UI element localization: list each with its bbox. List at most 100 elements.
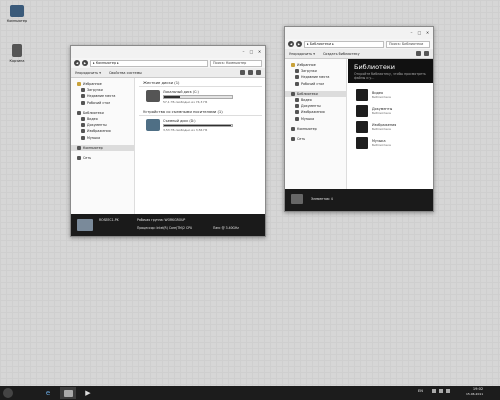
nav-music[interactable]: Музыка <box>285 116 346 122</box>
video-icon <box>356 89 368 101</box>
details-pane: ROSEEC1-PK Рабочая группа: WORKGROUP Про… <box>71 214 265 236</box>
desktop-icon-computer[interactable]: Компьютер <box>0 5 34 23</box>
forward-button[interactable]: ▶ <box>82 60 88 66</box>
drive-usage-bar <box>163 123 233 127</box>
drive-name: Локальный диск (C:) <box>163 90 199 94</box>
back-button[interactable]: ◀ <box>74 60 80 66</box>
maximize-icon[interactable]: □ <box>249 49 254 54</box>
taskbar-button-media[interactable]: ▶ <box>80 387 96 399</box>
library-item-pictures[interactable]: Изображения Библиотека <box>348 119 433 135</box>
organize-button[interactable]: Упорядочить ▾ <box>289 52 315 56</box>
downloads-icon <box>295 69 299 74</box>
view-options-icon[interactable] <box>416 51 421 56</box>
navigation-pane: Избранное Загрузки Недавние места Рабочи… <box>285 59 347 189</box>
toolbar: Упорядочить ▾ Свойства системы <box>71 68 265 78</box>
search-input[interactable]: Поиск: Компьютер <box>210 59 262 67</box>
nav-network[interactable]: Сеть <box>285 136 346 142</box>
minimize-icon[interactable]: – <box>409 30 414 35</box>
clock[interactable]: 19:02 15.06.2011 <box>466 387 483 397</box>
title-bar[interactable]: – □ ✕ <box>71 46 265 58</box>
internet-explorer-icon: e <box>45 389 51 397</box>
forward-button[interactable]: ▶ <box>296 41 302 47</box>
network-icon <box>291 136 295 141</box>
title-bar[interactable]: – □ ✕ <box>285 27 433 39</box>
music-icon <box>81 135 85 140</box>
workgroup-text: Рабочая группа: WORKGROUP <box>137 218 186 222</box>
hdd-section-header[interactable]: Жесткие диски (1) <box>139 78 262 87</box>
nav-network[interactable]: Сеть <box>71 155 134 161</box>
library-kind: Библиотека <box>372 95 391 99</box>
drive-usage-bar <box>163 95 233 99</box>
nav-desktop[interactable]: Рабочий стол <box>285 81 346 87</box>
network-icon[interactable] <box>439 389 443 393</box>
recent-places-icon <box>295 75 299 80</box>
address-bar: ◀ ▶ ▸ Библиотеки ▸ Поиск: Библиотеки <box>285 39 433 49</box>
navigation-pane: Избранное Загрузки Недавние места Рабочи… <box>71 78 135 214</box>
content-area: Библиотеки Откройте библиотеку, чтобы пр… <box>348 59 433 189</box>
path-field[interactable]: ▸ Компьютер ▸ <box>90 59 208 67</box>
removable-section-header[interactable]: Устройства со съемными носителями (1) <box>139 107 262 116</box>
library-title: Библиотеки <box>354 63 395 71</box>
downloads-icon <box>81 88 85 93</box>
organize-button[interactable]: Упорядочить ▾ <box>75 71 101 75</box>
tray-icons[interactable] <box>432 389 450 393</box>
pictures-icon <box>356 121 368 133</box>
nav-desktop[interactable]: Рабочий стол <box>71 100 134 106</box>
action-center-icon[interactable] <box>432 389 436 393</box>
desktop-icon <box>295 81 299 86</box>
nav-computer[interactable]: Компьютер <box>285 126 346 132</box>
library-item-documents[interactable]: Документы Библиотека <box>348 103 433 119</box>
library-item-music[interactable]: Музыка Библиотека <box>348 135 433 151</box>
clock-date: 15.06.2011 <box>466 392 484 396</box>
preview-pane-icon[interactable] <box>248 70 253 75</box>
view-options-icon[interactable] <box>240 70 245 75</box>
back-button[interactable]: ◀ <box>288 41 294 47</box>
pictures-icon <box>81 129 85 134</box>
drive-usage-fill <box>164 96 180 98</box>
pictures-icon <box>295 110 299 115</box>
taskbar-button-explorer[interactable] <box>60 387 76 399</box>
language-indicator[interactable]: EN <box>418 389 423 393</box>
drive-c[interactable]: Локальный диск (C:) 57,1 ГБ свободно из … <box>136 87 265 107</box>
minimize-icon[interactable]: – <box>241 49 246 54</box>
taskbar-button-ie[interactable]: e <box>40 387 56 399</box>
drive-d[interactable]: Съемный диск (D:) 3,53 ГБ свободно из 3,… <box>136 116 265 136</box>
documents-icon <box>356 105 368 117</box>
drive-free-space: 3,53 ГБ свободно из 3,56 ГБ <box>163 128 208 132</box>
search-input[interactable]: Поиск: Библиотеки <box>386 40 430 48</box>
documents-icon <box>81 123 85 128</box>
new-library-button[interactable]: Создать библиотеку <box>323 52 360 56</box>
maximize-icon[interactable]: □ <box>417 30 422 35</box>
computer-icon <box>10 5 24 17</box>
volume-icon[interactable] <box>446 389 450 393</box>
help-icon[interactable] <box>256 70 261 75</box>
start-button[interactable] <box>3 388 13 398</box>
video-icon <box>81 117 85 122</box>
help-icon[interactable] <box>424 51 429 56</box>
library-kind: Библиотека <box>372 143 391 147</box>
documents-icon <box>295 104 299 109</box>
window-body: Избранное Загрузки Недавние места Рабочи… <box>71 78 265 214</box>
drive-usage-fill <box>164 124 232 126</box>
library-item-video[interactable]: Видео Библиотека <box>348 87 433 103</box>
nav-music[interactable]: Музыка <box>71 135 134 141</box>
desktop-icon <box>81 100 85 105</box>
desktop-icon-recycle-bin[interactable]: Корзина <box>0 44 34 63</box>
system-properties-button[interactable]: Свойства системы <box>109 71 142 75</box>
recycle-bin-icon <box>12 44 22 57</box>
media-player-icon: ▶ <box>85 389 91 397</box>
library-subtitle: Откройте библиотеку, чтобы просмотреть ф… <box>354 72 426 80</box>
cpu-text: Процессор: Intel(R) Core(TM)2 CPU <box>137 226 193 230</box>
nav-computer[interactable]: Компьютер <box>71 144 134 151</box>
memory-text: Пам: @ 3.40GHz <box>213 226 239 230</box>
computer-window: – □ ✕ ◀ ▶ ▸ Компьютер ▸ Поиск: Компьютер… <box>70 45 266 237</box>
computer-icon <box>77 219 93 231</box>
path-field[interactable]: ▸ Библиотеки ▸ <box>304 40 384 48</box>
close-icon[interactable]: ✕ <box>257 49 262 54</box>
close-icon[interactable]: ✕ <box>425 30 430 35</box>
star-icon <box>291 63 295 68</box>
computer-icon <box>77 145 81 150</box>
desktop-icon-label: Компьютер <box>6 19 28 23</box>
removable-drive-icon <box>146 118 160 131</box>
star-icon <box>77 82 81 87</box>
